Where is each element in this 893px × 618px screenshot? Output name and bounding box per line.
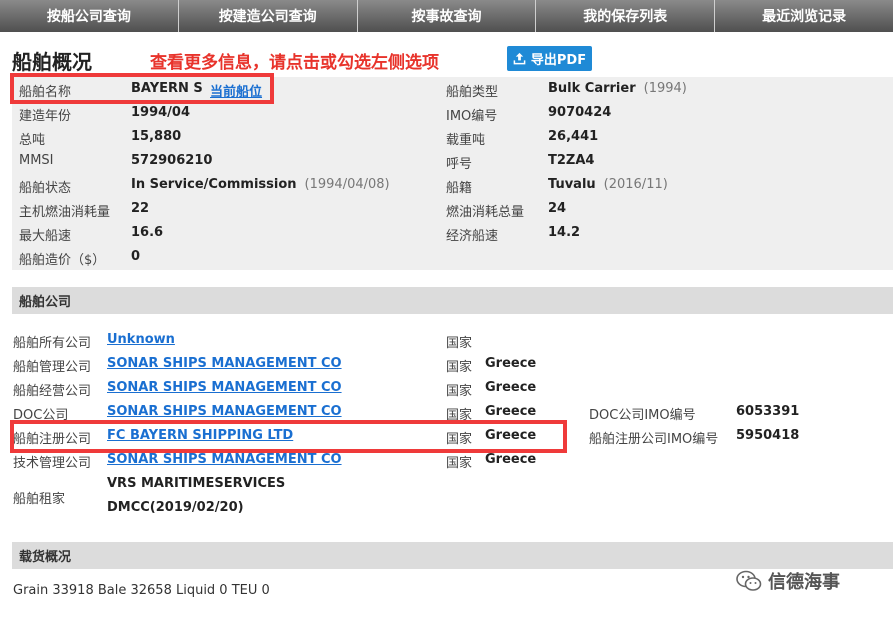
export-pdf-label: 导出PDF — [530, 53, 587, 68]
registered-company-label: 船舶注册公司 — [13, 432, 92, 447]
main-engine-fuel-label: 主机燃油消耗量 — [19, 205, 111, 220]
export-pdf-button[interactable]: 导出PDF — [507, 46, 592, 71]
charterer-label: 船舶租家 — [13, 492, 66, 507]
operator-company-link[interactable]: SONAR SHIPS MANAGEMENT CO — [107, 380, 342, 395]
mmsi-label: MMSI — [19, 153, 54, 168]
section-header-companies: 船舶公司 — [12, 287, 893, 314]
total-fuel-label: 燃油消耗总量 — [446, 205, 525, 220]
registered-imo-value: 5950418 — [736, 428, 800, 443]
ship-status-value: In Service/Commission (1994/04/08) — [131, 177, 390, 192]
doc-company-link[interactable]: SONAR SHIPS MANAGEMENT CO — [107, 404, 342, 419]
gross-tonnage-value: 15,880 — [131, 129, 182, 144]
tab-recent-history[interactable]: 最近浏览记录 — [715, 0, 893, 32]
operator-country-label: 国家 — [446, 384, 473, 399]
manager-company-link[interactable]: SONAR SHIPS MANAGEMENT CO — [107, 356, 342, 371]
ship-cost-label: 船舶造价（$） — [19, 253, 106, 268]
ship-status-date: (1994/04/08) — [304, 177, 390, 192]
doc-imo-value: 6053391 — [736, 404, 800, 419]
ship-type-text: Bulk Carrier — [548, 81, 636, 96]
built-year-value: 1994/04 — [131, 105, 191, 120]
imo-value: 9070424 — [548, 105, 612, 120]
mmsi-value: 572906210 — [131, 153, 213, 168]
owner-country-label: 国家 — [446, 336, 473, 351]
doc-imo-label: DOC公司IMO编号 — [589, 408, 696, 423]
flag-value: Tuvalu (2016/11) — [548, 177, 668, 192]
registered-country-label: 国家 — [446, 432, 473, 447]
tab-search-by-ship-company[interactable]: 按船公司查询 — [0, 0, 179, 32]
manager-country-value: Greece — [485, 356, 537, 371]
economic-speed-label: 经济船速 — [446, 229, 499, 244]
max-speed-label: 最大船速 — [19, 229, 72, 244]
imo-label: IMO编号 — [446, 109, 498, 124]
flag-text: Tuvalu — [548, 177, 596, 192]
registered-country-value: Greece — [485, 428, 537, 443]
ship-type-year: (1994) — [643, 81, 687, 96]
tab-search-by-builder[interactable]: 按建造公司查询 — [179, 0, 358, 32]
operator-country-value: Greece — [485, 380, 537, 395]
main-engine-fuel-value: 22 — [131, 201, 150, 216]
flag-date: (2016/11) — [603, 177, 668, 192]
page-title: 船舶概况 — [12, 50, 92, 74]
ship-cost-value: 0 — [131, 249, 141, 264]
info-notice: 查看更多信息，请点击或勾选左侧选项 — [150, 53, 439, 73]
deadweight-label: 载重吨 — [446, 133, 486, 148]
owner-company-link[interactable]: Unknown — [107, 332, 175, 347]
ship-status-label: 船舶状态 — [19, 181, 72, 196]
current-position-link[interactable]: 当前船位 — [210, 81, 262, 100]
gross-tonnage-label: 总吨 — [19, 133, 46, 148]
ship-status-text: In Service/Commission — [131, 177, 297, 192]
total-fuel-value: 24 — [548, 201, 567, 216]
registered-imo-label: 船舶注册公司IMO编号 — [589, 432, 719, 447]
top-navigation: 按船公司查询 按建造公司查询 按事故查询 我的保存列表 最近浏览记录 — [0, 0, 893, 32]
registered-company-link[interactable]: FC BAYERN SHIPPING LTD — [107, 428, 293, 443]
doc-country-value: Greece — [485, 404, 537, 419]
charterer-value-line2: DMCC(2019/02/20) — [107, 500, 244, 515]
flag-label: 船籍 — [446, 181, 473, 196]
upload-icon — [513, 52, 526, 65]
charterer-value-line1: VRS MARITIMESERVICES — [107, 476, 286, 491]
deadweight-value: 26,441 — [548, 129, 599, 144]
call-sign-value: T2ZA4 — [548, 153, 595, 168]
doc-company-label: DOC公司 — [13, 408, 69, 423]
technical-company-link[interactable]: SONAR SHIPS MANAGEMENT CO — [107, 452, 342, 467]
tab-search-by-accident[interactable]: 按事故查询 — [358, 0, 537, 32]
manager-company-label: 船舶管理公司 — [13, 360, 92, 375]
ship-type-value: Bulk Carrier (1994) — [548, 81, 687, 96]
built-year-label: 建造年份 — [19, 109, 72, 124]
watermark-text: 信德海事 — [768, 572, 840, 593]
ship-type-label: 船舶类型 — [446, 85, 499, 100]
cargo-summary: Grain 33918 Bale 32658 Liquid 0 TEU 0 — [13, 583, 270, 598]
owner-company-label: 船舶所有公司 — [13, 336, 92, 351]
manager-country-label: 国家 — [446, 360, 473, 375]
economic-speed-value: 14.2 — [548, 225, 581, 240]
tab-my-saved-list[interactable]: 我的保存列表 — [536, 0, 716, 32]
ship-name-value: BAYERN S — [131, 81, 203, 96]
technical-company-label: 技术管理公司 — [13, 456, 92, 471]
watermark: 信德海事 — [736, 568, 840, 594]
operator-company-label: 船舶经营公司 — [13, 384, 92, 399]
max-speed-value: 16.6 — [131, 225, 164, 240]
ship-name-label: 船舶名称 — [19, 85, 72, 100]
doc-country-label: 国家 — [446, 408, 473, 423]
call-sign-label: 呼号 — [446, 157, 473, 172]
technical-country-value: Greece — [485, 452, 537, 467]
technical-country-label: 国家 — [446, 456, 473, 471]
section-header-cargo: 载货概况 — [12, 542, 893, 569]
wechat-icon — [736, 570, 762, 591]
